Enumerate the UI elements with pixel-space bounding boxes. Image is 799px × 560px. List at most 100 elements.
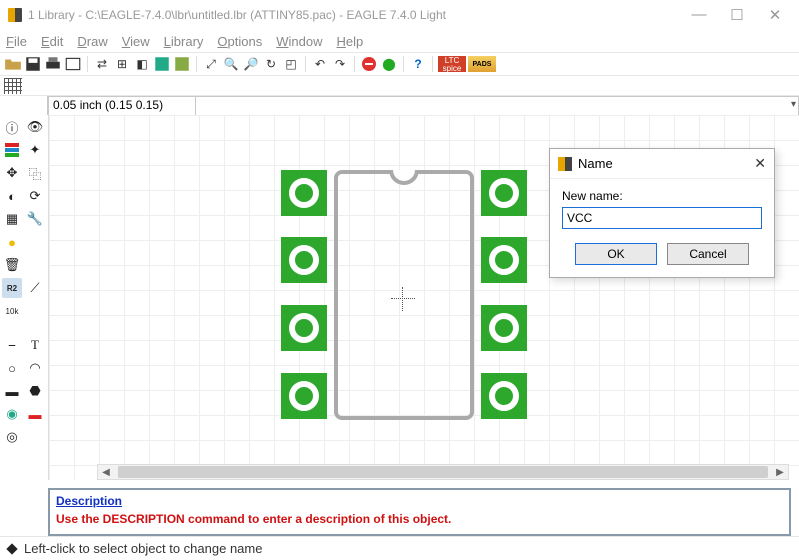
go-icon[interactable]: ⬤	[380, 55, 398, 73]
stop-icon[interactable]	[360, 55, 378, 73]
layer-icon[interactable]: ◧	[133, 55, 151, 73]
circle-tool-icon[interactable]: ○	[2, 358, 22, 378]
undo-icon[interactable]: ↶	[311, 55, 329, 73]
open-icon[interactable]	[4, 55, 22, 73]
schematic-icon[interactable]	[173, 55, 191, 73]
change-tool-icon[interactable]: 🔧	[25, 209, 45, 229]
left-toolbox: ⓘ👁 ✦ ✥⿻ ◐⟳ ▦🔧 ● 🗑 R2⟋ 10k ⎯T ○◠ ▬⬣ ◉▬ ◎	[0, 115, 48, 480]
grid-snap-icon[interactable]: ⊞	[113, 55, 131, 73]
dialog-label: New name:	[562, 189, 762, 203]
coord-bar: 0.05 inch (0.15 0.15) ▾	[0, 96, 799, 116]
menu-draw[interactable]: Draw	[77, 34, 107, 49]
smd-pad[interactable]	[481, 170, 527, 216]
title-bar: 1 Library - C:\EAGLE-7.4.0\lbr\untitled.…	[0, 0, 799, 30]
menu-options[interactable]: Options	[217, 34, 262, 49]
command-input[interactable]: ▾	[196, 96, 799, 116]
window-title: 1 Library - C:\EAGLE-7.4.0\lbr\untitled.…	[28, 8, 689, 22]
smd-pad[interactable]	[481, 237, 527, 283]
poly-tool-icon[interactable]: ⬣	[25, 381, 45, 401]
h-scrollbar[interactable]: ◀ ▶	[97, 464, 789, 480]
value-tool-icon[interactable]: 10k	[2, 301, 22, 321]
zoom-select-icon[interactable]: ◰	[282, 55, 300, 73]
menu-help[interactable]: Help	[337, 34, 364, 49]
board-icon[interactable]	[153, 55, 171, 73]
smd-pad[interactable]	[281, 373, 327, 419]
add-tool-icon[interactable]	[25, 255, 45, 275]
cam-icon[interactable]	[64, 55, 82, 73]
ltspice-button[interactable]: LTC spice	[438, 56, 466, 72]
pad-hole-icon	[289, 381, 319, 411]
smd-pad[interactable]	[281, 170, 327, 216]
smd-pad[interactable]	[281, 237, 327, 283]
wire-tool-icon[interactable]: ⟋	[25, 278, 45, 298]
delete-tool-icon[interactable]: 🗑	[2, 255, 22, 275]
zoom-out-icon[interactable]: 🔎	[242, 55, 260, 73]
scroll-thumb[interactable]	[118, 466, 768, 478]
description-header[interactable]: Description	[56, 494, 783, 508]
pad-hole-icon	[289, 313, 319, 343]
scroll-left-icon[interactable]: ◀	[98, 465, 114, 479]
rotate-tool-icon[interactable]: ⟳	[25, 186, 45, 206]
redo-icon[interactable]: ↷	[331, 55, 349, 73]
mark-tool-icon[interactable]: ✦	[25, 140, 45, 160]
cancel-button[interactable]: Cancel	[667, 243, 749, 265]
copy-tool-icon[interactable]: ⿻	[25, 163, 45, 183]
status-text: Left-click to select object to change na…	[24, 541, 262, 556]
help-icon[interactable]: ?	[409, 55, 427, 73]
status-icon	[6, 543, 17, 554]
pads-button[interactable]: PADS	[468, 56, 496, 72]
coord-readout: 0.05 inch (0.15 0.15)	[48, 96, 196, 116]
pad-hole-icon	[289, 245, 319, 275]
print-icon[interactable]	[44, 55, 62, 73]
name-dialog: Name ✕ New name: OK Cancel	[549, 148, 775, 278]
info-tool-icon[interactable]: ⓘ	[2, 117, 22, 137]
pad-tool-icon[interactable]: ◉	[2, 404, 22, 424]
paste-tool-icon[interactable]: ●	[2, 232, 22, 252]
pad-hole-icon	[489, 245, 519, 275]
zoom-fit-icon[interactable]: ⤢	[202, 55, 220, 73]
layers-tool-icon[interactable]	[2, 140, 22, 160]
cut-tool-icon[interactable]	[25, 232, 45, 252]
menu-file[interactable]: File	[6, 34, 27, 49]
name-tool-icon[interactable]: R2	[2, 278, 22, 298]
move-tool-icon[interactable]: ✥	[2, 163, 22, 183]
smd-pad[interactable]	[281, 305, 327, 351]
scroll-right-icon[interactable]: ▶	[772, 465, 788, 479]
close-button[interactable]: ✕	[765, 6, 785, 24]
line-tool-icon[interactable]: ⎯	[2, 335, 22, 355]
hole-tool-icon[interactable]: ◎	[2, 427, 22, 447]
show-tool-icon[interactable]: 👁	[25, 117, 45, 137]
main-toolbar: ⇄ ⊞ ◧ ⤢ 🔍 🔎 ↻ ◰ ↶ ↷ ⬤ ? LTC spice PADS	[0, 52, 799, 76]
menu-library[interactable]: Library	[164, 34, 204, 49]
group-tool-icon[interactable]: ▦	[2, 209, 22, 229]
switch-icon[interactable]: ⇄	[93, 55, 111, 73]
name-input[interactable]	[562, 207, 762, 229]
grid-icon[interactable]	[4, 78, 22, 94]
menu-view[interactable]: View	[122, 34, 150, 49]
zoom-in-icon[interactable]: 🔍	[222, 55, 240, 73]
via-tool-icon[interactable]	[25, 427, 45, 447]
minimize-button[interactable]: —	[689, 6, 709, 24]
pad-hole-icon	[489, 381, 519, 411]
menu-edit[interactable]: Edit	[41, 34, 63, 49]
status-bar: Left-click to select object to change na…	[0, 536, 799, 560]
zoom-redraw-icon[interactable]: ↻	[262, 55, 280, 73]
pad-hole-icon	[489, 178, 519, 208]
smash-tool-icon[interactable]	[25, 301, 45, 321]
arc-tool-icon[interactable]: ◠	[25, 358, 45, 378]
dialog-titlebar[interactable]: Name ✕	[550, 149, 774, 179]
dropdown-icon[interactable]: ▾	[791, 99, 796, 110]
smd-pad[interactable]	[481, 305, 527, 351]
maximize-button[interactable]: ☐	[727, 6, 747, 24]
dialog-close-icon[interactable]: ✕	[754, 155, 766, 172]
save-icon[interactable]	[24, 55, 42, 73]
smd-pad[interactable]	[481, 373, 527, 419]
smd-tool-icon[interactable]: ▬	[25, 404, 45, 424]
menu-window[interactable]: Window	[276, 34, 322, 49]
description-pane[interactable]: Description Use the DESCRIPTION command …	[48, 488, 791, 536]
app-icon	[8, 8, 22, 22]
mirror-tool-icon[interactable]: ◐	[2, 186, 22, 206]
ok-button[interactable]: OK	[575, 243, 657, 265]
text-tool-icon[interactable]: T	[25, 335, 45, 355]
rect-tool-icon[interactable]: ▬	[2, 381, 22, 401]
